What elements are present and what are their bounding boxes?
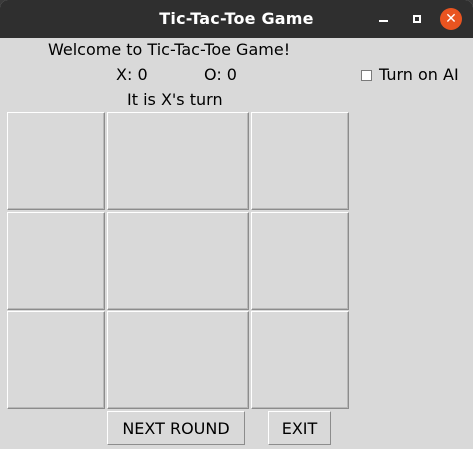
score-o-label: O: 0 [204, 65, 237, 84]
board-cell-4[interactable] [107, 212, 249, 310]
board-cell-5[interactable] [251, 212, 349, 310]
ai-checkbox-label[interactable]: Turn on AI [379, 65, 459, 84]
turn-label: It is X's turn [127, 90, 223, 109]
window-title: Tic-Tac-Toe Game [159, 9, 314, 28]
score-x-label: X: 0 [116, 65, 148, 84]
close-icon: ✕ [445, 11, 457, 27]
title-bar[interactable]: Tic-Tac-Toe Game ✕ [0, 0, 473, 38]
board-cell-1[interactable] [107, 112, 249, 210]
app-window: Tic-Tac-Toe Game ✕ Welcome to Tic-Tac-To… [0, 0, 473, 449]
minimize-button[interactable] [372, 8, 394, 30]
game-panel: Welcome to Tic-Tac-Toe Game! X: 0 O: 0 I… [0, 38, 473, 449]
welcome-label: Welcome to Tic-Tac-Toe Game! [48, 40, 291, 59]
maximize-button[interactable] [406, 8, 428, 30]
board-cell-2[interactable] [251, 112, 349, 210]
ai-toggle[interactable]: Turn on AI [361, 65, 459, 84]
exit-button[interactable]: EXIT [268, 411, 331, 445]
board-cell-7[interactable] [107, 311, 249, 409]
board-cell-6[interactable] [7, 311, 105, 409]
close-button[interactable]: ✕ [440, 8, 462, 30]
board-cell-0[interactable] [7, 112, 105, 210]
board-cell-3[interactable] [7, 212, 105, 310]
ai-checkbox[interactable] [361, 69, 372, 81]
next-round-button[interactable]: NEXT ROUND [107, 411, 245, 445]
minimize-icon [378, 20, 388, 22]
board-cell-8[interactable] [251, 311, 349, 409]
maximize-icon [413, 15, 421, 23]
